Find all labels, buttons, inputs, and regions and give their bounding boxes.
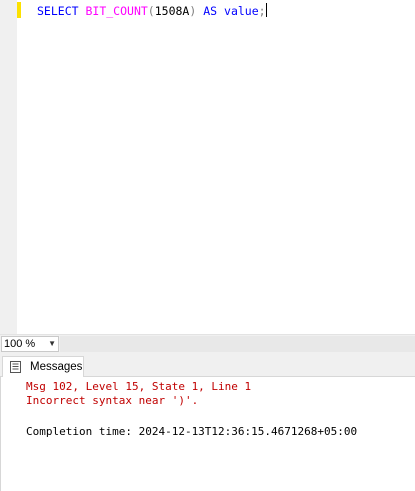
open-paren: ( [147,4,155,18]
text-caret [265,3,267,17]
messages-icon [10,361,21,373]
error-message-header: Msg 102, Level 15, State 1, Line 1 [26,380,252,393]
code-line-1[interactable]: SELECT BIT_COUNT(1508A) AS value; [37,3,267,18]
messages-pane[interactable]: Msg 102, Level 15, State 1, Line 1 Incor… [0,377,415,491]
zoom-bar: 100 % ▼ [0,334,415,352]
function-name: BIT_COUNT [85,4,148,18]
keyword-as: AS [203,4,218,18]
results-tab-strip: Messages [0,352,415,377]
zoom-dropdown[interactable]: 100 % ▼ [1,336,59,352]
column-alias: value [224,4,259,18]
keyword-select: SELECT [37,4,79,18]
close-paren: ) [189,4,197,18]
semicolon: ; [258,4,266,18]
function-argument: 1508A [154,4,190,18]
zoom-value: 100 % [4,338,36,350]
query-editor[interactable]: SELECT BIT_COUNT(1508A) AS value; [0,0,415,334]
horizontal-scrollbar[interactable] [60,336,415,352]
error-message-text: Incorrect syntax near ')'. [26,394,199,407]
tab-messages-label: Messages [30,361,83,373]
completion-time: Completion time: 2024-12-13T12:36:15.467… [26,425,358,438]
editor-gutter [0,0,17,334]
line-change-marker [17,2,21,18]
chevron-down-icon: ▼ [48,339,56,348]
tab-messages[interactable]: Messages [2,356,84,377]
